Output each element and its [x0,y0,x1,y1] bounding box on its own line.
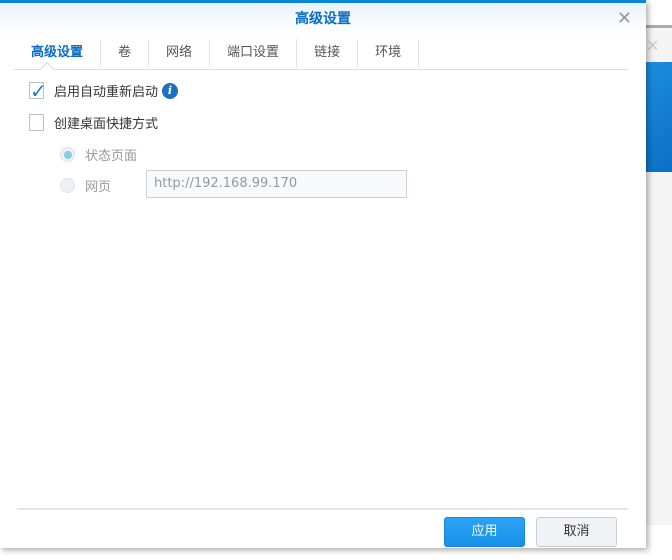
tab-links[interactable]: 链接 [297,39,359,67]
web-page-option[interactable]: 网页 [60,176,111,195]
auto-restart-option[interactable]: ✓ 启用自动重新启动 i [29,79,179,103]
web-page-label: 网页 [85,180,112,195]
title-bar: 高级设置 ✕ [0,3,646,35]
status-page-option[interactable]: 状态页面 [60,145,137,164]
tab-environment[interactable]: 环境 [358,39,420,67]
tab-volume[interactable]: 卷 [101,39,150,67]
tab-bar: 高级设置 卷 网络 端口设置 链接 环境 [14,36,420,69]
status-page-label: 状态页面 [85,149,138,164]
auto-restart-label: 启用自动重新启动 [54,85,159,100]
auto-restart-checkbox[interactable]: ✓ [29,79,47,103]
close-icon[interactable]: ✕ [617,3,632,35]
info-icon[interactable]: i [162,82,179,99]
url-input[interactable]: http://192.168.99.170 [146,170,407,198]
advanced-settings-dialog: 高级设置 ✕ 高级设置 卷 网络 端口设置 链接 环境 ✓ 启用自动重新启动 i… [0,0,646,548]
tab-advanced[interactable]: 高级设置 [14,39,102,67]
tab-port-settings[interactable]: 端口设置 [210,39,298,67]
tab-divider [14,69,628,70]
cancel-button[interactable]: 取消 [536,517,617,547]
background-close-icon: ✕ [646,36,660,55]
shortcut-checkbox[interactable] [29,114,44,131]
status-page-radio[interactable] [60,147,75,162]
dialog-title: 高级设置 [295,11,351,27]
footer-divider [17,508,628,510]
web-page-radio[interactable] [60,178,75,193]
shortcut-option[interactable]: 创建桌面快捷方式 [29,113,158,132]
checkmark-icon: ✓ [30,79,47,103]
shortcut-label: 创建桌面快捷方式 [54,117,159,132]
tab-network[interactable]: 网络 [149,39,211,67]
apply-button[interactable]: 应用 [444,517,525,547]
